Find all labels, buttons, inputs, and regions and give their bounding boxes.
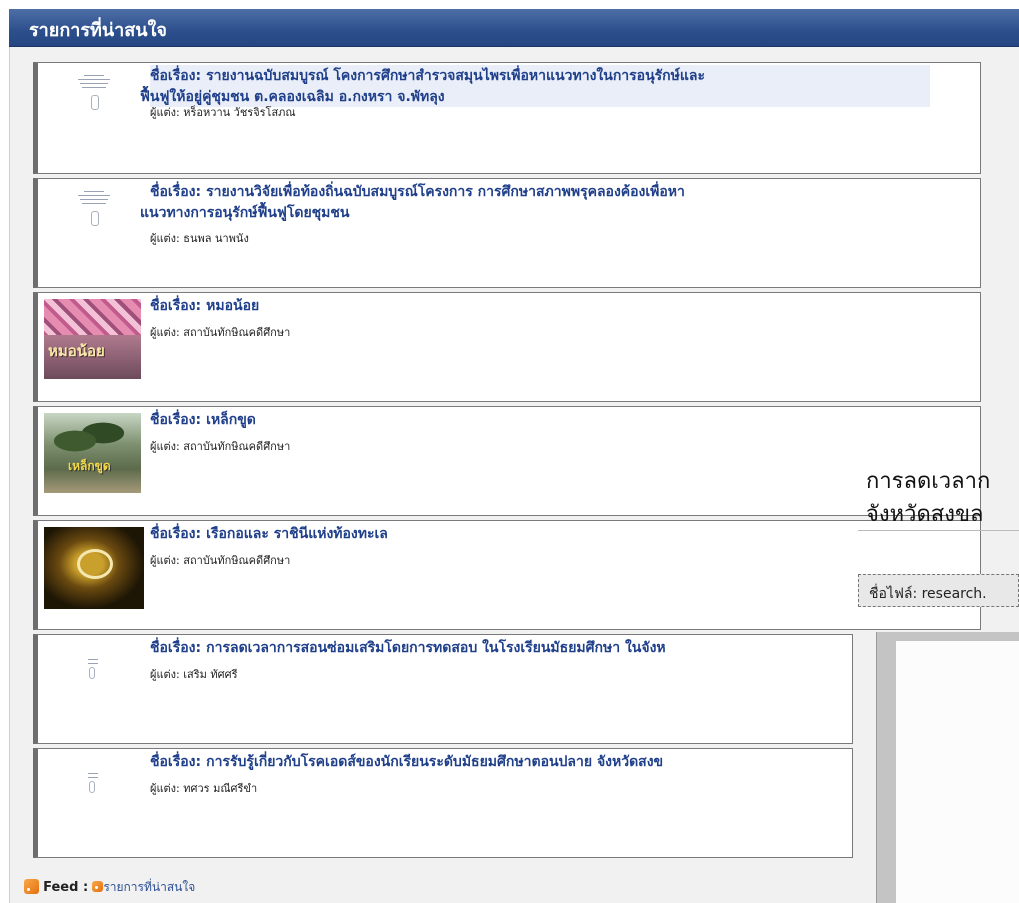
section-title: รายการที่น่าสนใจ <box>29 20 167 41</box>
author-label: ผู้แต่ง: <box>150 668 180 681</box>
author-label: ผู้แต่ง: <box>150 554 180 567</box>
title-label: ชื่อเรื่อง: <box>150 68 202 84</box>
title-label: ชื่อเรื่อง: <box>150 412 202 428</box>
author-name: เสริม ทัศศรี <box>183 668 238 681</box>
feed-label: Feed : <box>43 880 89 895</box>
preview-filename: ชื่อไฟล์: research. <box>858 574 1019 607</box>
author-label: ผู้แต่ง: <box>150 232 180 245</box>
author-name: ทศวร มณีศรีขำ <box>183 782 258 795</box>
list-item[interactable]: ชื่อเรื่อง: การรับรู้เกี่ยวกับโรคเอดส์ขอ… <box>33 748 853 858</box>
item-title-link[interactable]: รายงานวิจัยเพื่อท้องถิ่นฉบับสมบูรณ์โครงก… <box>206 184 685 200</box>
video-thumbnail[interactable]: หมอน้อย <box>44 299 141 379</box>
preview-title: การลดเวลาก จังหวัดสงขล <box>866 469 991 527</box>
item-title-link[interactable]: เรือกอและ ราชินีแห่งท้องทะเล <box>206 526 388 542</box>
list-item[interactable]: ชื่อเรื่อง: เรือกอและ ราชินีแห่งท้องทะเล… <box>33 520 981 630</box>
item-title-link[interactable]: การรับรู้เกี่ยวกับโรคเอดส์ของนักเรียนระด… <box>206 754 663 770</box>
feed-link[interactable]: รายการที่น่าสนใจ <box>103 880 195 894</box>
list-item[interactable]: ชื่อเรื่อง: รายงานวิจัยเพื่อท้องถิ่นฉบับ… <box>33 178 981 288</box>
rss-icon[interactable] <box>24 879 39 894</box>
feed-footer: Feed : รายการที่น่าสนใจ <box>24 878 195 897</box>
author-name: สถาบันทักษิณคดีศึกษา <box>183 554 291 567</box>
document-thumbnail[interactable] <box>44 185 141 265</box>
author-label: ผู้แต่ง: <box>150 326 180 339</box>
list-item[interactable]: เหล็กขูด ชื่อเรื่อง: เหล็กขูด ผู้แต่ง: ส… <box>33 406 981 516</box>
item-title-link-cont[interactable]: ฟื้นฟูให้อยู่คู่ชุมชน ต.คลองเฉลิม อ.กงหร… <box>140 89 445 105</box>
author-label: ผู้แต่ง: <box>150 440 180 453</box>
item-title-link[interactable]: เหล็กขูด <box>206 412 256 428</box>
item-title-link[interactable]: รายงานฉบับสมบูรณ์ โคงการศึกษาสำรวจสมุนไพ… <box>206 68 705 84</box>
thumbnail-caption: หมอน้อย <box>48 342 105 360</box>
document-thumbnail[interactable] <box>44 69 141 149</box>
item-title-link-cont[interactable]: แนวทางการอนุรักษ์ฟื้นฟูโดยชุมชน <box>140 205 349 221</box>
author-label: ผู้แต่ง: <box>150 106 180 119</box>
channel-logo-icon <box>77 549 113 579</box>
document-thumbnail[interactable] <box>44 641 141 721</box>
author-label: ผู้แต่ง: <box>150 782 180 795</box>
list-item[interactable]: หมอน้อย ชื่อเรื่อง: หมอน้อย ผู้แต่ง: สถา… <box>33 292 981 402</box>
preview-document-panel <box>876 632 1019 903</box>
title-label: ชื่อเรื่อง: <box>150 640 202 656</box>
title-label: ชื่อเรื่อง: <box>150 298 202 314</box>
video-thumbnail[interactable] <box>44 527 144 609</box>
list-item[interactable]: ชื่อเรื่อง: รายงานฉบับสมบูรณ์ โคงการศึกษ… <box>33 62 981 174</box>
section-header: รายการที่น่าสนใจ <box>9 9 1019 47</box>
author-name: ธนพล นาพนัง <box>183 232 249 245</box>
title-label: ชื่อเรื่อง: <box>150 526 202 542</box>
preview-page <box>896 641 1019 903</box>
title-label: ชื่อเรื่อง: <box>150 754 202 770</box>
title-label: ชื่อเรื่อง: <box>150 184 202 200</box>
divider <box>858 530 1019 531</box>
list-item[interactable]: ชื่อเรื่อง: การลดเวลาการสอนซ่อมเสริมโดยก… <box>33 634 853 744</box>
item-title-link[interactable]: การลดเวลาการสอนซ่อมเสริมโดยการทดสอบ ในโร… <box>206 640 665 656</box>
document-thumbnail[interactable] <box>44 755 141 835</box>
item-title-link[interactable]: หมอน้อย <box>206 298 259 314</box>
video-thumbnail[interactable]: เหล็กขูด <box>44 413 141 493</box>
thumbnail-caption: เหล็กขูด <box>68 459 111 473</box>
author-name: สถาบันทักษิณคดีศึกษา <box>183 326 291 339</box>
rss-small-icon[interactable] <box>92 881 104 892</box>
author-name: หร็อหวาน วัชรจิรโสภณ <box>183 106 296 119</box>
author-name: สถาบันทักษิณคดีศึกษา <box>183 440 291 453</box>
